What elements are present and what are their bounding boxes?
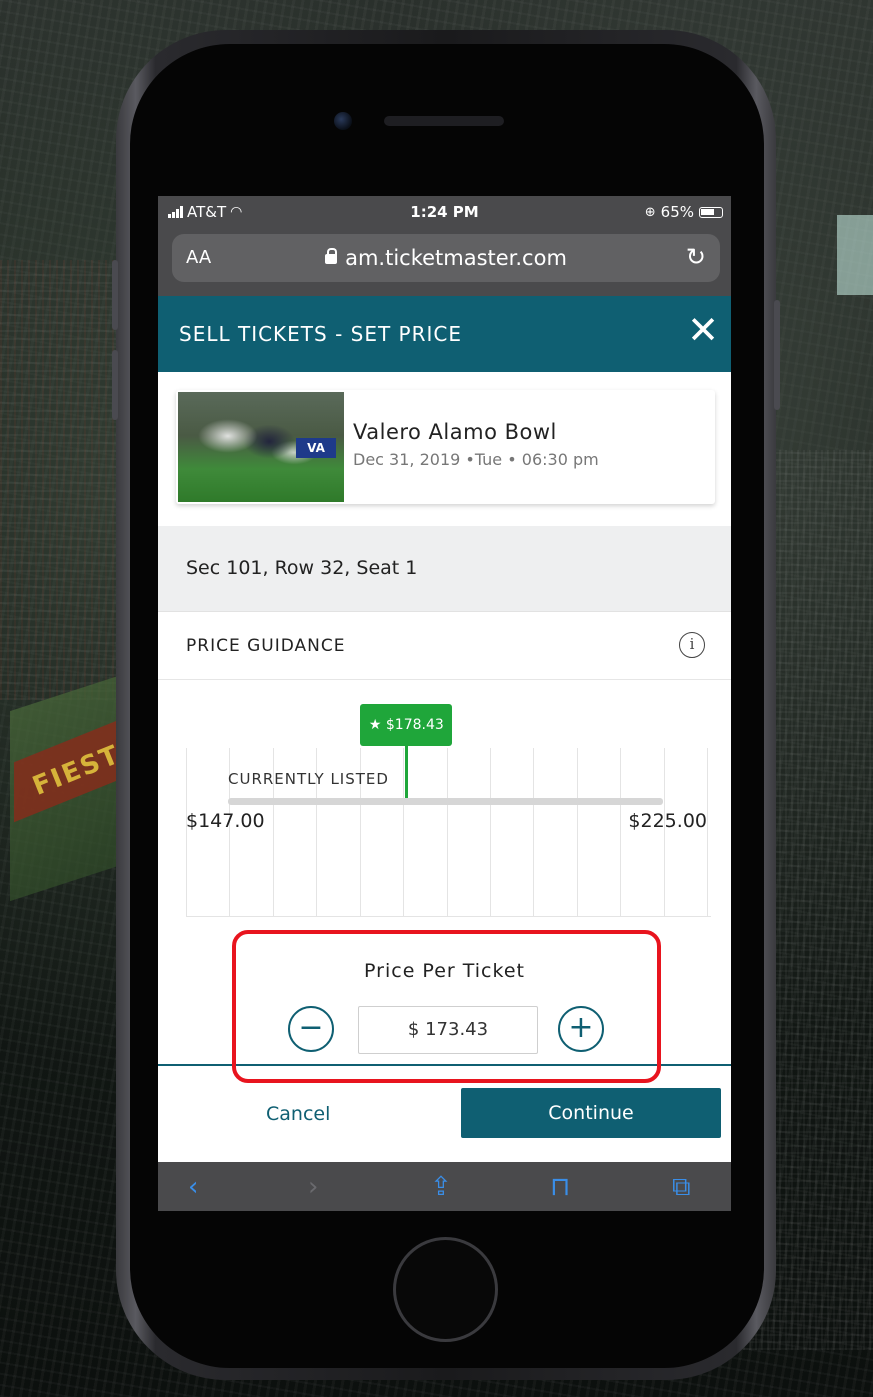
- home-button[interactable]: [393, 1237, 498, 1342]
- price-guidance-header: PRICE GUIDANCE i: [158, 612, 731, 680]
- chart-gridline: [490, 748, 491, 916]
- seat-info: Sec 101, Row 32, Seat 1: [158, 526, 731, 612]
- volume-down-button: [112, 350, 118, 420]
- event-image-sign: VA: [296, 438, 336, 458]
- bookmarks-icon[interactable]: ⊓: [550, 1172, 570, 1202]
- modal-header: SELL TICKETS - SET PRICE ✕: [158, 296, 731, 372]
- earpiece-speaker: [384, 116, 504, 126]
- address-bar[interactable]: AA am.ticketmaster.com ↻: [172, 234, 720, 282]
- close-icon[interactable]: ✕: [687, 310, 719, 350]
- range-max-label: $225.00: [628, 810, 707, 832]
- cancel-button[interactable]: Cancel: [266, 1103, 330, 1125]
- highlight-box: [232, 930, 661, 1083]
- star-icon: ★: [368, 717, 382, 733]
- lock-icon: [325, 248, 338, 264]
- battery-icon: [699, 206, 723, 218]
- share-icon[interactable]: ⇪: [430, 1172, 452, 1202]
- recommended-price-tag: ★ $178.43: [360, 704, 453, 746]
- orientation-lock-icon: ⊕: [644, 204, 656, 220]
- price-guidance-chart: ★ $178.43 CURRENTLY LISTED $147.00 $225.…: [186, 696, 711, 926]
- price-range-bar: [228, 798, 663, 805]
- chart-gridline: [577, 748, 578, 916]
- battery-percent: 65%: [660, 203, 694, 221]
- forward-icon[interactable]: ›: [308, 1172, 318, 1202]
- chart-gridline: [707, 748, 708, 916]
- reload-icon[interactable]: ↻: [686, 243, 706, 271]
- event-card: VA Valero Alamo Bowl Dec 31, 2019 •Tue •…: [176, 390, 715, 504]
- info-icon[interactable]: i: [679, 632, 705, 658]
- tabs-icon[interactable]: ⧉: [672, 1172, 691, 1203]
- stadium-crowd-left: [0, 260, 120, 700]
- chart-gridline: [186, 748, 187, 916]
- range-min-label: $147.00: [186, 810, 265, 832]
- chart-gridline: [620, 748, 621, 916]
- status-right: ⊕ 65%: [645, 203, 723, 221]
- back-icon[interactable]: ‹: [188, 1172, 198, 1202]
- url-text: am.ticketmaster.com: [345, 246, 567, 270]
- continue-button[interactable]: Continue: [461, 1088, 721, 1138]
- chart-baseline: [186, 916, 711, 917]
- event-date: Dec 31, 2019 •Tue • 06:30 pm: [353, 450, 599, 469]
- status-bar: AT&T ◠ 1:24 PM ⊕ 65%: [158, 196, 731, 228]
- current-listing-marker: [405, 744, 409, 804]
- browser-bottom-bar: ‹ › ⇪ ⊓ ⧉: [158, 1162, 731, 1211]
- seat-label: Sec 101, Row 32, Seat 1: [186, 557, 418, 579]
- camera-icon: [334, 112, 352, 130]
- power-button: [774, 300, 780, 410]
- price-guidance-title: PRICE GUIDANCE: [186, 636, 346, 656]
- chart-gridline: [533, 748, 534, 916]
- volume-up-button: [112, 260, 118, 330]
- browser-toolbar: AA am.ticketmaster.com ↻: [158, 228, 731, 296]
- chart-gridline: [403, 748, 404, 916]
- stadium-sign: [837, 215, 873, 295]
- recommended-price: $178.43: [385, 717, 444, 733]
- event-image: VA: [178, 392, 344, 502]
- chart-gridline: [447, 748, 448, 916]
- url-display[interactable]: am.ticketmaster.com: [172, 246, 720, 270]
- page-title: SELL TICKETS - SET PRICE: [179, 322, 463, 346]
- event-name: Valero Alamo Bowl: [353, 420, 557, 444]
- chart-gridline: [664, 748, 665, 916]
- currently-listed-label: CURRENTLY LISTED: [228, 770, 389, 788]
